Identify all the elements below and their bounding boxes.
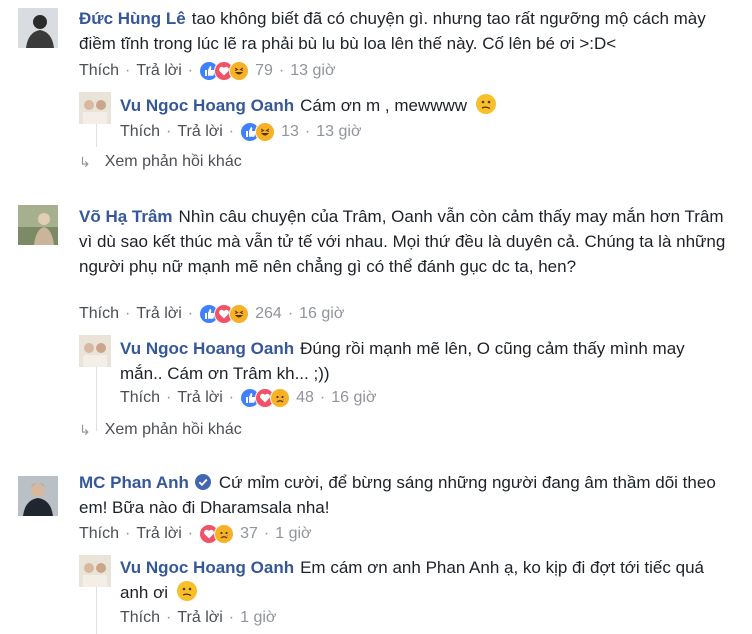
like-button[interactable]: Thích (79, 523, 119, 545)
reply-button[interactable]: Trả lời (177, 121, 222, 143)
like-button[interactable]: Thích (120, 387, 160, 409)
reply-author[interactable]: Vu Ngoc Hoang Oanh (120, 96, 294, 115)
reactions[interactable] (199, 304, 250, 324)
more-replies-link[interactable]: ↳ Xem phản hồi khác (79, 153, 242, 171)
reply-actions: Thích · Trả lời · 13 · 13 giờ (120, 121, 361, 143)
reply-button[interactable]: Trả lời (177, 387, 222, 409)
avatar-vo-ha-tram[interactable] (18, 205, 58, 245)
like-button[interactable]: Thích (120, 121, 160, 143)
comment-actions: Thích · Trả lời · 264 · 16 giờ (79, 303, 344, 325)
timestamp[interactable]: 16 giờ (331, 387, 376, 409)
comment-author[interactable]: Võ Hạ Trâm (79, 207, 173, 226)
reaction-count[interactable]: 264 (255, 303, 282, 325)
reply-actions: Thích · Trả lời · 48 · 16 giờ (120, 387, 376, 409)
avatar-vu-ngoc-hoang-oanh[interactable] (79, 335, 111, 367)
reply-author[interactable]: Vu Ngoc Hoang Oanh (120, 339, 294, 358)
reaction-count[interactable]: 79 (255, 60, 273, 82)
confused-face-icon (475, 94, 496, 114)
comment-text: Nhìn câu chuyện của Trâm, Oanh vẫn còn c… (79, 207, 726, 276)
reactions[interactable] (240, 122, 276, 142)
timestamp[interactable]: 13 giờ (290, 60, 335, 82)
like-button[interactable]: Thích (79, 303, 119, 325)
confused-face-icon (176, 581, 197, 601)
reaction-count[interactable]: 13 (281, 121, 299, 143)
like-button[interactable]: Thích (79, 60, 119, 82)
reply-body: Vu Ngoc Hoang Oanh Em cám ơn anh Phan Anh… (120, 555, 720, 605)
reply-arrow-icon: ↳ (79, 421, 91, 438)
timestamp[interactable]: 13 giờ (316, 121, 361, 143)
reply-button[interactable]: Trả lời (136, 60, 181, 82)
comment-author[interactable]: Đức Hùng Lê (79, 9, 186, 28)
reply-actions: Thích · Trả lời · 1 giờ (120, 607, 276, 629)
reactions[interactable] (240, 388, 291, 408)
haha-icon (229, 61, 250, 81)
reactions[interactable] (199, 61, 250, 81)
avatar-duc-hung-le[interactable] (18, 8, 58, 48)
reply-body: Vu Ngoc Hoang Oanh Cám ơn m , mewwww (120, 93, 730, 118)
timestamp[interactable]: 1 giờ (275, 523, 311, 545)
sad-icon (214, 524, 235, 544)
sad-icon (270, 388, 291, 408)
reply-button[interactable]: Trả lời (177, 607, 222, 629)
comment-body: Võ Hạ Trâm Nhìn câu chuyện của Trâm, Oanh… (79, 204, 729, 279)
comment-body: Đức Hùng Lê tao không biết đã có chuyện g… (79, 6, 729, 56)
reply-body: Vu Ngoc Hoang Oanh Đúng rồi mạnh mẽ lên, … (120, 336, 700, 386)
more-replies-link[interactable]: ↳ Xem phản hồi khác (79, 421, 242, 439)
reply-button[interactable]: Trả lời (136, 523, 181, 545)
reply-text: Cám ơn m , mewwww (300, 96, 468, 115)
timestamp[interactable]: 1 giờ (240, 607, 276, 629)
avatar-mc-phan-anh[interactable] (18, 476, 58, 516)
reply-author[interactable]: Vu Ngoc Hoang Oanh (120, 558, 294, 577)
like-button[interactable]: Thích (120, 607, 160, 629)
reaction-count[interactable]: 37 (240, 523, 258, 545)
comment-actions: Thích · Trả lời · 37 · 1 giờ (79, 523, 312, 545)
avatar-vu-ngoc-hoang-oanh[interactable] (79, 92, 111, 124)
haha-icon (229, 304, 250, 324)
haha-icon (255, 122, 276, 142)
verified-badge-icon (194, 474, 211, 490)
reply-button[interactable]: Trả lời (136, 303, 181, 325)
timestamp[interactable]: 16 giờ (299, 303, 344, 325)
comment-author[interactable]: MC Phan Anh (79, 473, 189, 492)
comment-body: MC Phan Anh Cứ mỉm cười, để bừng sáng nhữ… (79, 470, 719, 520)
reaction-count[interactable]: 48 (296, 387, 314, 409)
reactions[interactable] (199, 524, 235, 544)
avatar-vu-ngoc-hoang-oanh[interactable] (79, 555, 111, 587)
comment-actions: Thích · Trả lời · 79 · 13 giờ (79, 60, 335, 82)
reply-arrow-icon: ↳ (79, 153, 91, 170)
